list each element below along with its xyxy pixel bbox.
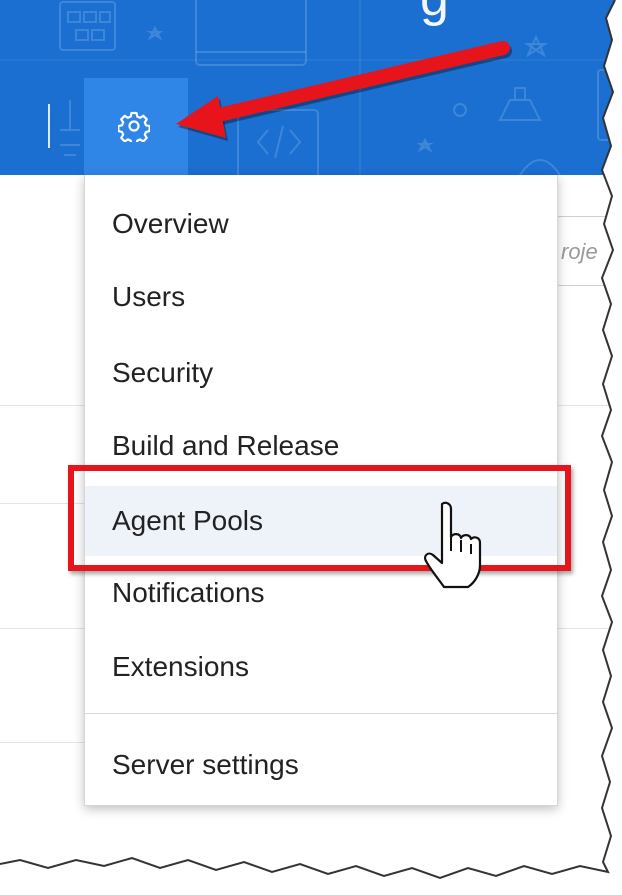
hand-pointer-icon	[424, 501, 482, 589]
menu-item-label: Server settings	[112, 749, 299, 780]
background-divider	[0, 628, 84, 629]
menu-separator	[85, 713, 557, 714]
menu-item-label: Build and Release	[112, 430, 340, 461]
search-input[interactable]: roje	[556, 216, 617, 286]
menu-item-label: Overview	[112, 208, 229, 239]
background-divider	[0, 742, 84, 743]
page-header: g	[0, 0, 615, 175]
screenshot-frame: g roje Overview Users Security Build and…	[0, 0, 617, 895]
background-divider	[556, 628, 615, 629]
menu-item-security[interactable]: Security	[85, 338, 557, 408]
menu-item-label: Users	[112, 281, 186, 312]
header-divider	[48, 104, 50, 148]
gear-icon[interactable]	[118, 110, 150, 142]
header-title-fragment: g	[420, 0, 449, 24]
menu-item-label: Security	[112, 357, 214, 388]
background-divider	[0, 405, 84, 406]
background-divider	[556, 405, 615, 406]
menu-item-label: Extensions	[112, 651, 249, 682]
annotation-highlight-box	[68, 465, 571, 571]
menu-item-server-settings[interactable]: Server settings	[85, 730, 557, 800]
menu-item-users[interactable]: Users	[85, 262, 557, 332]
menu-item-extensions[interactable]: Extensions	[85, 632, 557, 702]
search-placeholder: roje	[561, 239, 598, 264]
menu-item-label: Notifications	[112, 577, 265, 608]
menu-item-overview[interactable]: Overview	[85, 189, 557, 259]
